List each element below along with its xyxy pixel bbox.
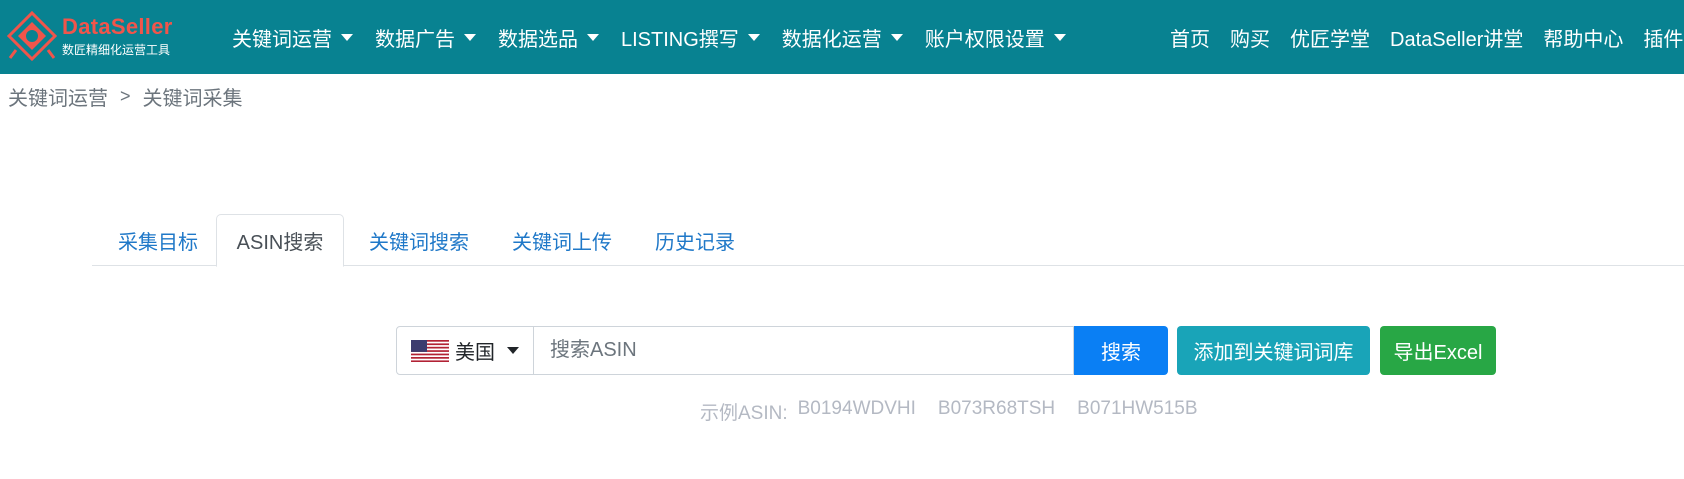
menu-label: 数据广告: [375, 28, 455, 51]
caret-down-icon: [1053, 33, 1066, 41]
caret-down-icon: [464, 33, 476, 41]
menu-label: 数据选品: [498, 28, 578, 51]
example-asin-link[interactable]: B071HW515B: [1077, 398, 1197, 425]
brand-slogan: 数匠精细化运营工具: [62, 43, 171, 57]
example-asin-link[interactable]: B073R68TSH: [938, 398, 1055, 425]
tab-bar: 采集目标 ASIN搜索 关键词搜索 关键词上传 历史记录: [92, 214, 1684, 267]
link-plugin[interactable]: 插件: [1643, 23, 1683, 52]
caret-down-icon: [890, 33, 903, 41]
example-asin-label: 示例ASIN:: [700, 403, 788, 424]
menu-label: 数据化运营: [781, 28, 882, 51]
menu-data-ads[interactable]: 数据广告: [375, 23, 476, 52]
menu-label: LISTING撰写: [621, 28, 739, 51]
top-navbar: DataSeller 数匠精细化运营工具 关键词运营 数据广告 数据选品 LIS…: [0, 0, 1684, 74]
tab-collection-target[interactable]: 采集目标: [100, 214, 216, 266]
caret-down-icon: [507, 347, 519, 354]
example-asin-link[interactable]: B0194WDVHI: [798, 398, 916, 425]
breadcrumb-item-keyword-collection: 关键词采集: [142, 88, 243, 110]
tab-keyword-upload[interactable]: 关键词上传: [494, 214, 630, 266]
logo-mark-icon: [6, 10, 58, 62]
main-menu: 关键词运营 数据广告 数据选品 LISTING撰写 数据化运营 账户权限设置: [232, 0, 1088, 74]
menu-label: 账户权限设置: [924, 28, 1045, 51]
link-home[interactable]: 首页: [1170, 23, 1210, 52]
country-select[interactable]: 美国: [396, 326, 534, 375]
menu-label: 关键词运营: [232, 28, 332, 51]
brand-logo[interactable]: DataSeller 数匠精细化运营工具: [6, 8, 192, 64]
menu-listing-writing[interactable]: LISTING撰写: [621, 23, 760, 52]
link-academy[interactable]: 优匠学堂: [1290, 23, 1370, 52]
caret-down-icon: [747, 33, 760, 41]
caret-down-icon: [587, 33, 599, 41]
tab-keyword-search[interactable]: 关键词搜索: [344, 214, 494, 266]
breadcrumb-item-keyword-operation[interactable]: 关键词运营: [8, 82, 108, 111]
link-help-center[interactable]: 帮助中心: [1543, 23, 1623, 52]
breadcrumb: 关键词运营 > 关键词采集: [8, 82, 243, 111]
export-excel-button[interactable]: 导出Excel: [1380, 326, 1496, 375]
search-button[interactable]: 搜索: [1074, 326, 1168, 375]
example-asins: 示例ASIN: B0194WDVHI B073R68TSH B071HW515B: [700, 398, 1220, 425]
asin-search-input[interactable]: [534, 326, 1074, 375]
add-to-keyword-library-button[interactable]: 添加到关键词词库: [1177, 326, 1370, 375]
menu-keyword-operation[interactable]: 关键词运营: [232, 23, 353, 52]
caret-down-icon: [341, 33, 353, 41]
menu-product-selection[interactable]: 数据选品: [498, 23, 599, 52]
link-lecture[interactable]: DataSeller讲堂: [1390, 23, 1523, 52]
country-label: 美国: [455, 342, 495, 364]
breadcrumb-separator: >: [120, 86, 131, 106]
brand-name: DataSeller: [62, 14, 173, 39]
us-flag-icon: [411, 339, 449, 362]
link-purchase[interactable]: 购买: [1230, 23, 1270, 52]
menu-account-permissions[interactable]: 账户权限设置: [925, 23, 1066, 52]
header-links: 首页 购买 优匠学堂 DataSeller讲堂 帮助中心 插件: [1170, 0, 1684, 74]
tab-history[interactable]: 历史记录: [630, 214, 760, 266]
tab-asin-search[interactable]: ASIN搜索: [216, 214, 344, 267]
menu-data-operation[interactable]: 数据化运营: [782, 23, 903, 52]
